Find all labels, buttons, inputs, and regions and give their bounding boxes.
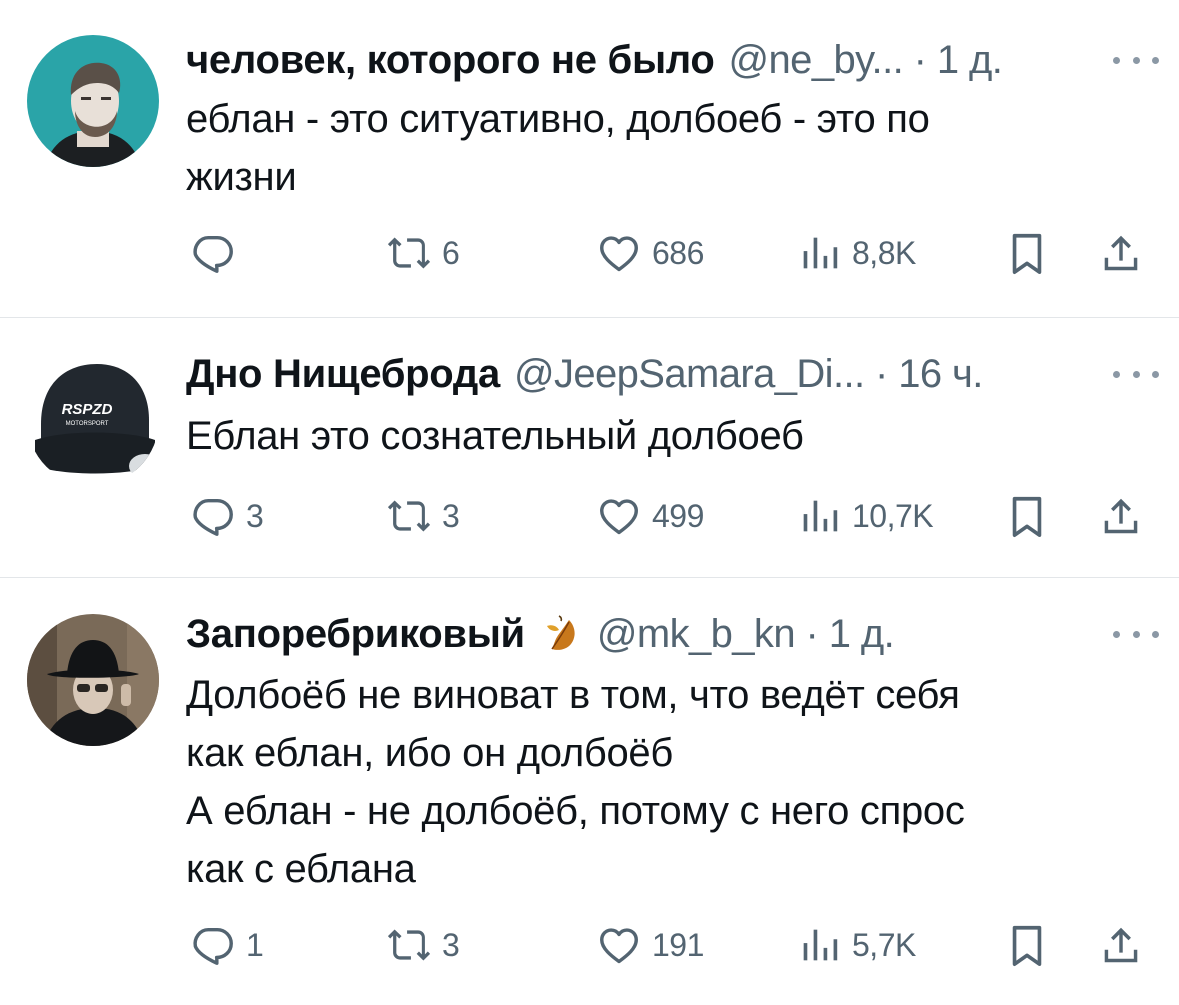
bookmark-button[interactable]	[1004, 228, 1050, 278]
retweet-icon	[386, 493, 432, 539]
tweet-text: Еблан это сознательный долбоеб	[186, 414, 804, 458]
share-icon	[1098, 493, 1144, 539]
views-icon	[796, 230, 842, 276]
bookmark-button[interactable]	[1004, 491, 1050, 541]
reply-button[interactable]	[190, 228, 246, 278]
reply-count: 1	[246, 926, 264, 963]
heart-icon	[596, 493, 642, 539]
like-button[interactable]: 191	[596, 920, 704, 970]
like-count: 499	[652, 497, 704, 534]
tweet-header: Запоребриковый @mk_b_kn · 1 д.	[186, 608, 895, 660]
reply-count: 3	[246, 497, 264, 534]
tweet[interactable]: RSPZD MOTORSPORT Дно Нищеброда @JeepSama…	[0, 318, 1179, 578]
heart-icon	[596, 230, 642, 276]
tweet-actions: 3 3 499 10,7K	[0, 491, 1179, 541]
more-icon[interactable]	[1113, 50, 1159, 70]
autumn-leaf-icon	[539, 612, 583, 656]
reply-icon	[190, 922, 236, 968]
avatar[interactable]: RSPZD MOTORSPORT	[27, 354, 159, 486]
like-button[interactable]: 686	[596, 228, 704, 278]
retweet-button[interactable]: 3	[386, 491, 460, 541]
more-icon[interactable]	[1113, 624, 1159, 644]
views-count: 5,7K	[852, 926, 916, 963]
views-count: 10,7K	[852, 497, 934, 534]
retweet-count: 3	[442, 497, 460, 534]
bookmark-icon	[1004, 230, 1050, 276]
avatar[interactable]	[27, 614, 159, 746]
retweet-icon	[386, 922, 432, 968]
svg-text:RSPZD: RSPZD	[62, 401, 113, 418]
views-button[interactable]: 5,7K	[796, 920, 916, 970]
tweet-text: еблан - это ситуативно, долбоеб - это по…	[186, 97, 930, 199]
tweet[interactable]: Запоребриковый @mk_b_kn · 1 д. Долбоёб н…	[0, 578, 1179, 1005]
views-icon	[796, 493, 842, 539]
bookmark-icon	[1004, 493, 1050, 539]
more-icon[interactable]	[1113, 364, 1159, 384]
retweet-count: 3	[442, 926, 460, 963]
views-count: 8,8K	[852, 234, 916, 271]
heart-icon	[596, 922, 642, 968]
display-name[interactable]: человек, которого не было	[186, 34, 715, 86]
retweet-count: 6	[442, 234, 460, 271]
tweet-header: Дно Нищеброда @JeepSamara_Di... · 16 ч.	[186, 348, 983, 400]
share-icon	[1098, 922, 1144, 968]
views-icon	[796, 922, 842, 968]
share-button[interactable]	[1098, 228, 1144, 278]
handle-and-time[interactable]: @ne_by... · 1 д.	[729, 34, 1003, 86]
bookmark-button[interactable]	[1004, 920, 1050, 970]
like-count: 191	[652, 926, 704, 963]
reply-button[interactable]: 1	[190, 920, 264, 970]
tweet-header: человек, которого не было @ne_by... · 1 …	[186, 34, 1003, 86]
bookmark-icon	[1004, 922, 1050, 968]
views-button[interactable]: 8,8K	[796, 228, 916, 278]
tweet[interactable]: человек, которого не было @ne_by... · 1 …	[0, 0, 1179, 318]
reply-button[interactable]: 3	[190, 491, 264, 541]
tweet-actions: 1 3 191 5,7K	[0, 920, 1179, 970]
handle-and-time[interactable]: @mk_b_kn · 1 д.	[597, 608, 895, 660]
share-icon	[1098, 230, 1144, 276]
reply-icon	[190, 230, 236, 276]
like-button[interactable]: 499	[596, 491, 704, 541]
reply-icon	[190, 493, 236, 539]
retweet-button[interactable]: 6	[386, 228, 460, 278]
display-name[interactable]: Дно Нищеброда	[186, 348, 500, 400]
share-button[interactable]	[1098, 920, 1144, 970]
tweet-text: Долбоёб не виноват в том, что ведёт себя…	[186, 673, 965, 891]
share-button[interactable]	[1098, 491, 1144, 541]
handle-and-time[interactable]: @JeepSamara_Di... · 16 ч.	[514, 348, 983, 400]
tweet-actions: 6 686 8,8K	[0, 228, 1179, 278]
views-button[interactable]: 10,7K	[796, 491, 934, 541]
retweet-icon	[386, 230, 432, 276]
avatar[interactable]	[27, 35, 159, 167]
retweet-button[interactable]: 3	[386, 920, 460, 970]
like-count: 686	[652, 234, 704, 271]
svg-text:MOTORSPORT: MOTORSPORT	[66, 421, 109, 427]
display-name[interactable]: Запоребриковый	[186, 608, 525, 660]
